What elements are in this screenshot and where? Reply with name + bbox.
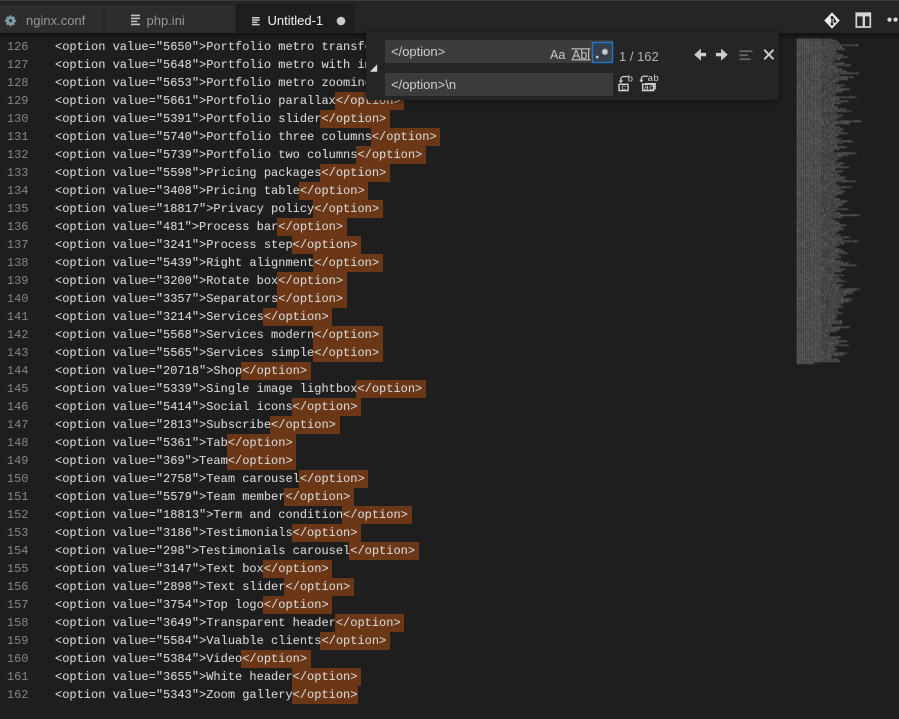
svg-text:c: c	[621, 83, 626, 93]
svg-text:ac: ac	[644, 83, 654, 93]
svg-text:Aa: Aa	[550, 48, 565, 62]
svg-text:b: b	[628, 74, 634, 85]
